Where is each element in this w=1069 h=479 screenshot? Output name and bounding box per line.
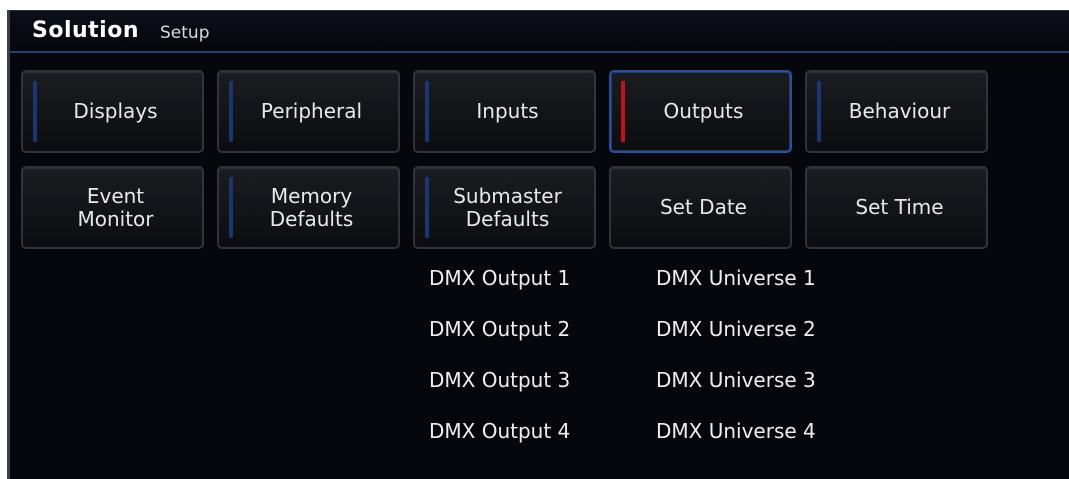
memory-defaults-button[interactable]: Memory Defaults (217, 166, 400, 249)
button-label: Outputs (663, 99, 744, 123)
brand-logo-text: Solution (32, 18, 139, 43)
status-indicator-bar (33, 81, 37, 142)
outputs-button[interactable]: Outputs (609, 70, 792, 153)
inputs-button[interactable]: Inputs (413, 70, 596, 153)
displays-button[interactable]: Displays (21, 70, 204, 153)
status-indicator-bar (425, 177, 429, 238)
status-indicator-bar (229, 81, 233, 142)
active-indicator-bar (621, 81, 625, 142)
dmx-output-label: DMX Output 3 (429, 368, 571, 392)
dmx-universe-value[interactable]: DMX Universe 3 (656, 368, 816, 392)
submaster-defaults-button[interactable]: Submaster Defaults (413, 166, 596, 249)
button-label: Peripheral (260, 99, 363, 123)
button-label: Submaster Defaults (453, 183, 562, 231)
behaviour-button[interactable]: Behaviour (805, 70, 988, 153)
window-title: Setup (160, 23, 210, 43)
status-indicator-bar (817, 81, 821, 142)
dmx-output-label: DMX Output 1 (429, 266, 571, 290)
dmx-universe-value[interactable]: DMX Universe 1 (656, 266, 816, 290)
status-indicator-bar (229, 177, 233, 238)
button-label: Event Monitor (77, 183, 154, 231)
button-label: Set Date (659, 195, 747, 219)
button-label: Inputs (476, 99, 539, 123)
dmx-universe-value[interactable]: DMX Universe 2 (656, 317, 816, 341)
dmx-universe-value[interactable]: DMX Universe 4 (656, 419, 816, 443)
dmx-output-label: DMX Output 2 (429, 317, 571, 341)
button-label: Displays (73, 99, 158, 123)
set-date-button[interactable]: Set Date (609, 166, 792, 249)
button-label: Set Time (855, 195, 944, 219)
button-label: Memory Defaults (269, 183, 354, 231)
peripheral-button[interactable]: Peripheral (217, 70, 400, 153)
event-monitor-button[interactable]: Event Monitor (21, 166, 204, 249)
setup-window: Solution Setup Displays Peripheral Input… (7, 10, 1069, 479)
set-time-button[interactable]: Set Time (805, 166, 988, 249)
button-label: Behaviour (848, 99, 951, 123)
status-indicator-bar (425, 81, 429, 142)
title-bar: Solution Setup (10, 11, 1069, 53)
dmx-output-label: DMX Output 4 (429, 419, 571, 443)
